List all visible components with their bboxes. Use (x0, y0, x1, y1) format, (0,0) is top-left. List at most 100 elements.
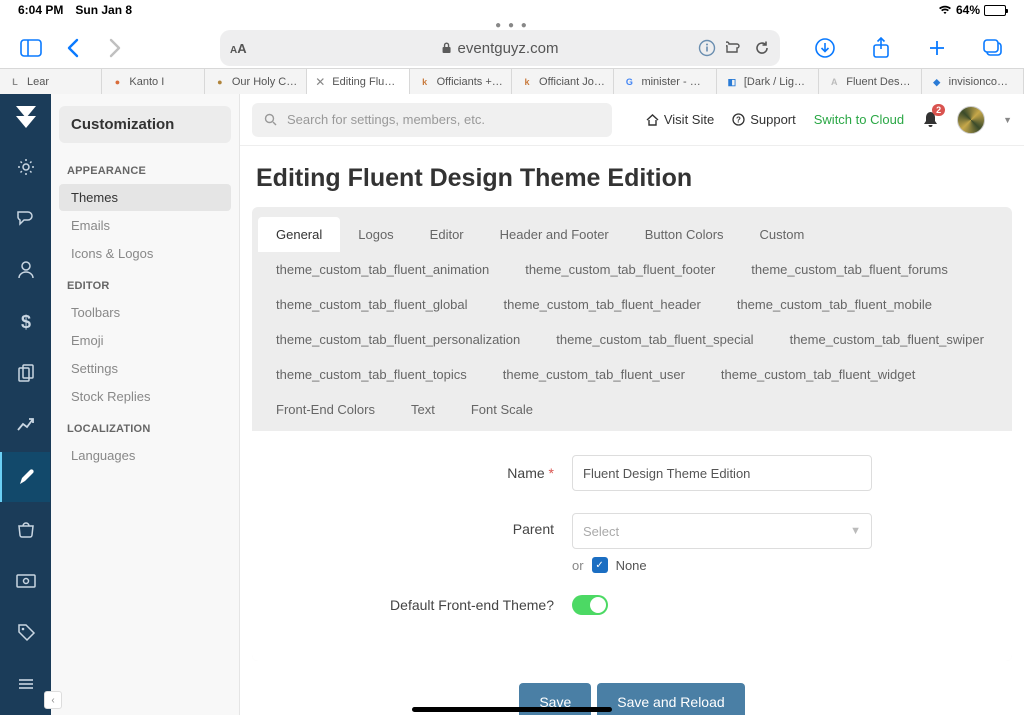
new-tab-icon[interactable] (920, 31, 954, 65)
rail-commerce-icon[interactable]: $ (0, 297, 51, 347)
chevron-down-icon[interactable]: ▼ (1003, 115, 1012, 125)
sidebar-item[interactable]: Themes (59, 184, 231, 211)
sidebar-item[interactable]: Toolbars (59, 299, 231, 326)
tab-header-and-footer[interactable]: Header and Footer (482, 217, 627, 252)
tab-custom[interactable]: theme_custom_tab_fluent_global (258, 287, 486, 322)
none-checkbox[interactable]: ✓ (592, 557, 608, 573)
name-label: Name * (272, 465, 572, 481)
sidebar-group-label: APPEARANCE (55, 153, 235, 183)
tab-editor[interactable]: Editor (412, 217, 482, 252)
battery-pct: 64% (956, 3, 980, 17)
browser-tab[interactable]: kOfficiants +… (410, 69, 512, 95)
tab-custom[interactable]: Custom (742, 217, 823, 252)
home-indicator[interactable] (412, 707, 612, 712)
tab-custom[interactable]: Front-End Colors (258, 392, 393, 427)
sidebar-title: Customization (59, 106, 231, 143)
svg-text:?: ? (736, 116, 741, 125)
sidebar-item[interactable]: Stock Replies (59, 383, 231, 410)
notification-badge: 2 (932, 104, 945, 116)
svg-text:$: $ (20, 312, 30, 332)
rail-stats-icon[interactable] (0, 401, 51, 451)
browser-tab[interactable]: LLear (0, 69, 102, 95)
extensions-icon[interactable] (726, 40, 744, 56)
url-field[interactable]: AA eventguyz.com (220, 30, 780, 66)
avatar[interactable] (957, 106, 985, 134)
rail-marketplace-icon[interactable] (0, 504, 51, 554)
tab-custom[interactable]: theme_custom_tab_fluent_personalization (258, 322, 538, 357)
close-icon[interactable]: ✕ (315, 75, 325, 89)
browser-tab[interactable]: ◆invisioncom… (922, 69, 1024, 95)
default-theme-toggle[interactable] (572, 595, 608, 615)
tab-custom[interactable]: theme_custom_tab_fluent_special (538, 322, 771, 357)
switch-cloud-link[interactable]: Switch to Cloud (814, 112, 904, 127)
sidebar-collapse-icon[interactable]: ‹ (44, 691, 62, 709)
sidebar-item[interactable]: Emoji (59, 327, 231, 354)
multitask-dots[interactable]: ● ● ● (0, 20, 1024, 28)
rail-customization-icon[interactable] (0, 452, 50, 502)
rail-pages-icon[interactable] (0, 349, 51, 399)
sidebar-group-label: LOCALIZATION (55, 411, 235, 441)
info-icon[interactable] (698, 39, 716, 57)
browser-tabs: LLear●Kanto I●Our Holy Ch…✕Editing Flue…… (0, 68, 1024, 96)
browser-tab[interactable]: ◧[Dark / Light… (717, 69, 819, 95)
browser-tab[interactable]: AFluent Desig… (819, 69, 921, 95)
app-logo[interactable] (10, 100, 42, 132)
tab-custom[interactable]: theme_custom_tab_fluent_widget (703, 357, 933, 392)
search-input[interactable]: Search for settings, members, etc. (252, 103, 612, 137)
rail-tags-icon[interactable] (0, 608, 51, 658)
tab-custom[interactable]: theme_custom_tab_fluent_header (486, 287, 719, 322)
downloads-icon[interactable] (808, 31, 842, 65)
tab-custom[interactable]: theme_custom_tab_fluent_topics (258, 357, 485, 392)
rail-chat-icon[interactable] (0, 194, 51, 244)
tab-button-colors[interactable]: Button Colors (627, 217, 742, 252)
sidebar-item[interactable]: Languages (59, 442, 231, 469)
rail-settings-icon[interactable] (0, 142, 51, 192)
browser-tab[interactable]: ●Our Holy Ch… (205, 69, 307, 95)
notifications-button[interactable]: 2 (922, 110, 939, 129)
name-input[interactable] (572, 455, 872, 491)
tab-custom[interactable]: theme_custom_tab_fluent_forums (733, 252, 966, 287)
sidebar-toggle-icon[interactable] (14, 31, 48, 65)
visit-site-link[interactable]: Visit Site (646, 112, 714, 127)
admin-rail: $ (0, 94, 51, 715)
none-label: None (616, 558, 647, 573)
tab-custom[interactable]: Font Scale (453, 392, 551, 427)
share-icon[interactable] (864, 31, 898, 65)
page-title: Editing Fluent Design Theme Edition (240, 146, 1024, 207)
support-link[interactable]: ?Support (732, 112, 796, 127)
save-reload-button[interactable]: Save and Reload (597, 683, 744, 715)
sidebar-item[interactable]: Icons & Logos (59, 240, 231, 267)
tabs-icon[interactable] (976, 31, 1010, 65)
tab-logos[interactable]: Logos (340, 217, 411, 252)
tab-custom[interactable]: theme_custom_tab_fluent_footer (507, 252, 733, 287)
tab-custom[interactable]: theme_custom_tab_fluent_animation (258, 252, 507, 287)
reader-icon[interactable]: AA (230, 41, 247, 56)
reload-icon[interactable] (754, 40, 770, 56)
rail-payments-icon[interactable] (0, 556, 51, 606)
parent-select[interactable]: Select▼ (572, 513, 872, 549)
tab-custom[interactable]: theme_custom_tab_fluent_swiper (772, 322, 1002, 357)
wifi-icon (938, 5, 952, 15)
safari-toolbar: AA eventguyz.com (0, 28, 1024, 68)
status-time: 6:04 PM (18, 3, 63, 17)
rail-members-icon[interactable] (0, 245, 51, 295)
default-theme-label: Default Front-end Theme? (272, 597, 572, 613)
browser-tab[interactable]: ✕Editing Flue… (307, 69, 409, 95)
battery-icon (984, 5, 1006, 16)
search-placeholder: Search for settings, members, etc. (287, 112, 485, 127)
sidebar: ‹ Customization APPEARANCEThemesEmailsIc… (51, 94, 240, 715)
tab-custom[interactable]: Text (393, 392, 453, 427)
ipad-status-bar: 6:04 PM Sun Jan 8 64% (0, 0, 1024, 20)
tab-custom[interactable]: theme_custom_tab_fluent_user (485, 357, 703, 392)
tab-general[interactable]: General (258, 217, 340, 252)
browser-tab[interactable]: ●Kanto I (102, 69, 204, 95)
browser-tab[interactable]: kOfficiant Jon… (512, 69, 614, 95)
search-icon (264, 113, 277, 126)
browser-tab[interactable]: Gminister - G… (614, 69, 716, 95)
tabs-row: GeneralLogosEditorHeader and FooterButto… (252, 207, 1012, 431)
sidebar-item[interactable]: Emails (59, 212, 231, 239)
tab-custom[interactable]: theme_custom_tab_fluent_mobile (719, 287, 950, 322)
sidebar-item[interactable]: Settings (59, 355, 231, 382)
lock-icon (442, 42, 452, 54)
back-icon[interactable] (56, 31, 90, 65)
